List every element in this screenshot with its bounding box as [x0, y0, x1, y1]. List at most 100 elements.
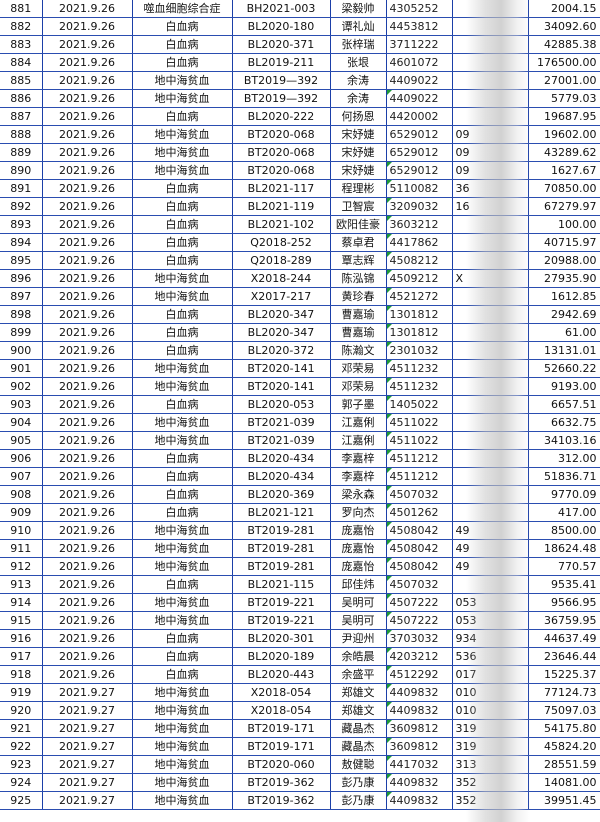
- date-cell[interactable]: 2021.9.27: [41, 701, 132, 720]
- disease-cell[interactable]: 地中海贫血: [131, 359, 232, 378]
- case-code-cell[interactable]: BT2019-281: [231, 521, 330, 540]
- disease-cell[interactable]: 白血病: [131, 503, 232, 522]
- id-number-cell[interactable]: 4417862: [385, 233, 452, 252]
- disease-cell[interactable]: 地中海贫血: [131, 593, 232, 612]
- amount-cell[interactable]: 100.00: [527, 215, 600, 234]
- disease-cell[interactable]: 白血病: [131, 665, 232, 684]
- row-number-cell[interactable]: 924: [0, 773, 42, 792]
- id-number-cell[interactable]: 4501262: [385, 503, 452, 522]
- masked-cell[interactable]: 010: [451, 683, 528, 702]
- case-code-cell[interactable]: BL2021-117: [231, 179, 330, 198]
- masked-cell[interactable]: [451, 449, 528, 468]
- date-cell[interactable]: 2021.9.26: [41, 413, 132, 432]
- patient-name-cell[interactable]: 庞嘉怡: [329, 557, 386, 576]
- patient-name-cell[interactable]: 宋妤婕: [329, 143, 386, 162]
- id-number-cell[interactable]: 4203212: [385, 647, 452, 666]
- case-code-cell[interactable]: BT2020-068: [231, 125, 330, 144]
- id-number-cell[interactable]: 1405022: [385, 395, 452, 414]
- row-number-cell[interactable]: 907: [0, 467, 42, 486]
- row-number-cell[interactable]: 908: [0, 485, 42, 504]
- patient-name-cell[interactable]: 吴明可: [329, 593, 386, 612]
- date-cell[interactable]: 2021.9.26: [41, 341, 132, 360]
- id-number-cell[interactable]: 4511212: [385, 449, 452, 468]
- disease-cell[interactable]: 地中海贫血: [131, 719, 232, 738]
- id-number-cell[interactable]: 4508042: [385, 539, 452, 558]
- disease-cell[interactable]: 地中海贫血: [131, 521, 232, 540]
- row-number-cell[interactable]: 886: [0, 89, 42, 108]
- patient-name-cell[interactable]: 郭子墨: [329, 395, 386, 414]
- amount-cell[interactable]: 1612.85: [527, 287, 600, 306]
- case-code-cell[interactable]: BT2021-039: [231, 431, 330, 450]
- row-number-cell[interactable]: 903: [0, 395, 42, 414]
- id-number-cell[interactable]: 4507222: [385, 593, 452, 612]
- disease-cell[interactable]: 白血病: [131, 251, 232, 270]
- date-cell[interactable]: 2021.9.26: [41, 269, 132, 288]
- row-number-cell[interactable]: 899: [0, 323, 42, 342]
- id-number-cell[interactable]: 1301812: [385, 323, 452, 342]
- amount-cell[interactable]: 15225.37: [527, 665, 600, 684]
- amount-cell[interactable]: 8500.00: [527, 521, 600, 540]
- row-number-cell[interactable]: 885: [0, 71, 42, 90]
- disease-cell[interactable]: 地中海贫血: [131, 611, 232, 630]
- id-number-cell[interactable]: 3703032: [385, 629, 452, 648]
- id-number-cell[interactable]: 4409832: [385, 773, 452, 792]
- id-number-cell[interactable]: 3603212: [385, 215, 452, 234]
- id-number-cell[interactable]: 6529012: [385, 161, 452, 180]
- date-cell[interactable]: 2021.9.26: [41, 431, 132, 450]
- id-number-cell[interactable]: 6529012: [385, 143, 452, 162]
- patient-name-cell[interactable]: 郑雄文: [329, 683, 386, 702]
- row-number-cell[interactable]: 896: [0, 269, 42, 288]
- date-cell[interactable]: 2021.9.26: [41, 521, 132, 540]
- row-number-cell[interactable]: 905: [0, 431, 42, 450]
- date-cell[interactable]: 2021.9.26: [41, 323, 132, 342]
- masked-cell[interactable]: [451, 413, 528, 432]
- disease-cell[interactable]: 白血病: [131, 575, 232, 594]
- id-number-cell[interactable]: 4512292: [385, 665, 452, 684]
- amount-cell[interactable]: 45824.20: [527, 737, 600, 756]
- patient-name-cell[interactable]: 宋妤婕: [329, 161, 386, 180]
- amount-cell[interactable]: 2942.69: [527, 305, 600, 324]
- amount-cell[interactable]: 176500.00: [527, 53, 600, 72]
- disease-cell[interactable]: 地中海贫血: [131, 791, 232, 810]
- patient-name-cell[interactable]: 余皓晨: [329, 647, 386, 666]
- case-code-cell[interactable]: BL2020-443: [231, 665, 330, 684]
- id-number-cell[interactable]: 4417032: [385, 755, 452, 774]
- date-cell[interactable]: 2021.9.27: [41, 773, 132, 792]
- disease-cell[interactable]: 白血病: [131, 395, 232, 414]
- case-code-cell[interactable]: X2018-054: [231, 683, 330, 702]
- patient-name-cell[interactable]: 彭乃康: [329, 791, 386, 810]
- patient-name-cell[interactable]: 余盛平: [329, 665, 386, 684]
- patient-name-cell[interactable]: 李嘉梓: [329, 449, 386, 468]
- id-number-cell[interactable]: 2301032: [385, 341, 452, 360]
- patient-name-cell[interactable]: 黄珍春: [329, 287, 386, 306]
- row-number-cell[interactable]: 882: [0, 17, 42, 36]
- case-code-cell[interactable]: Q2018-289: [231, 251, 330, 270]
- case-code-cell[interactable]: BT2020-068: [231, 143, 330, 162]
- masked-cell[interactable]: [451, 287, 528, 306]
- id-number-cell[interactable]: 4409832: [385, 701, 452, 720]
- row-number-cell[interactable]: 906: [0, 449, 42, 468]
- disease-cell[interactable]: 白血病: [131, 341, 232, 360]
- masked-cell[interactable]: 352: [451, 773, 528, 792]
- masked-cell[interactable]: [451, 251, 528, 270]
- row-number-cell[interactable]: 898: [0, 305, 42, 324]
- row-number-cell[interactable]: 925: [0, 791, 42, 810]
- masked-cell[interactable]: 319: [451, 719, 528, 738]
- amount-cell[interactable]: 417.00: [527, 503, 600, 522]
- amount-cell[interactable]: 20988.00: [527, 251, 600, 270]
- case-code-cell[interactable]: BT2019-281: [231, 539, 330, 558]
- amount-cell[interactable]: 70850.00: [527, 179, 600, 198]
- patient-name-cell[interactable]: 余涛: [329, 71, 386, 90]
- disease-cell[interactable]: 地中海贫血: [131, 413, 232, 432]
- date-cell[interactable]: 2021.9.26: [41, 197, 132, 216]
- case-code-cell[interactable]: X2018-054: [231, 701, 330, 720]
- case-code-cell[interactable]: BL2020-347: [231, 323, 330, 342]
- patient-name-cell[interactable]: 邓荣易: [329, 359, 386, 378]
- masked-cell[interactable]: [451, 395, 528, 414]
- masked-cell[interactable]: 49: [451, 557, 528, 576]
- id-number-cell[interactable]: 3209032: [385, 197, 452, 216]
- date-cell[interactable]: 2021.9.26: [41, 0, 132, 18]
- date-cell[interactable]: 2021.9.27: [41, 755, 132, 774]
- masked-cell[interactable]: 49: [451, 521, 528, 540]
- case-code-cell[interactable]: BL2020-180: [231, 17, 330, 36]
